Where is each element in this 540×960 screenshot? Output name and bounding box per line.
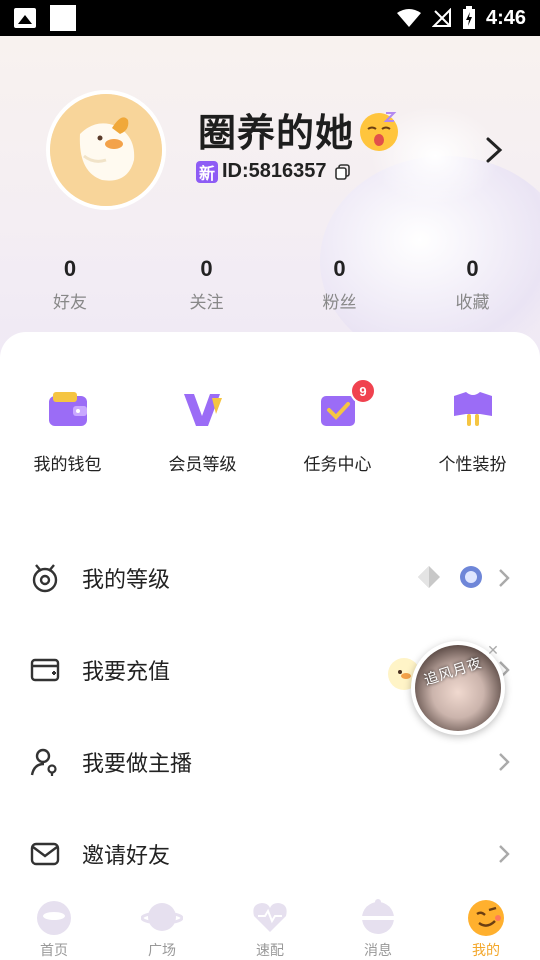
main-card: 我的钱包 会员等级 9 任务中心 个性装扮 我的等级 我要充值 我要做主播 邀请…	[0, 332, 540, 892]
quick-vip[interactable]: 会员等级	[135, 386, 270, 475]
level-badges	[416, 564, 484, 590]
message-bell-icon	[362, 899, 394, 934]
mine-emoji-icon	[468, 900, 504, 936]
heart-pulse-icon	[253, 903, 287, 932]
quick-label: 我的钱包	[33, 455, 102, 475]
close-icon[interactable]: ✕	[486, 644, 500, 658]
quick-actions: 我的钱包 会员等级 9 任务中心 个性装扮	[0, 378, 540, 475]
quick-label: 个性装扮	[438, 455, 507, 475]
vip-icon	[183, 394, 222, 426]
menu-label: 我的等级	[82, 568, 171, 593]
wealth-level-icon	[460, 566, 482, 588]
quick-task[interactable]: 9 任务中心	[270, 378, 405, 475]
profile-stats: 0 好友 0 关注 0 粉丝 0 收藏	[0, 256, 540, 313]
wallet-icon	[48, 392, 87, 426]
menu-invite-friends[interactable]: 邀请好友	[0, 808, 540, 900]
nav-label: 消息	[364, 943, 392, 959]
sleepy-emoji-icon	[360, 111, 399, 151]
menu-label: 我要做主播	[82, 752, 193, 777]
nav-match[interactable]: 速配	[216, 890, 324, 960]
mail-icon	[30, 842, 60, 866]
chevron-right-icon	[499, 845, 510, 863]
medal-icon	[32, 564, 58, 593]
recharge-icon	[30, 658, 60, 682]
home-planet-icon	[37, 901, 71, 935]
stat-label: 好友	[53, 293, 87, 313]
stat-label: 粉丝	[322, 293, 357, 313]
nav-label: 首页	[40, 943, 68, 959]
nav-mine[interactable]: 我的	[432, 890, 540, 960]
menu-my-level[interactable]: 我的等级	[0, 532, 540, 624]
live-video-overlay-text: 追风月夜	[422, 655, 485, 689]
stat-value: 0	[466, 256, 479, 281]
stat-value: 0	[333, 256, 346, 281]
stat-friends[interactable]: 0 好友	[0, 256, 140, 313]
nav-label: 广场	[148, 943, 176, 959]
quick-label: 会员等级	[168, 455, 237, 475]
duck-avatar-icon	[50, 94, 162, 206]
status-bar: 4:46	[0, 0, 540, 36]
nav-label: 我的	[472, 943, 500, 959]
avatar[interactable]	[46, 90, 166, 210]
nav-label: 速配	[256, 943, 284, 959]
signal-muted-icon	[431, 8, 451, 27]
nickname: 圈养的她	[198, 102, 402, 157]
clock: 4:46	[485, 6, 526, 29]
plaza-planet-icon	[141, 903, 183, 931]
nav-messages[interactable]: 消息	[324, 890, 432, 960]
diamond-level-icon	[418, 566, 440, 588]
task-count-badge: 9	[350, 378, 376, 404]
stat-label: 收藏	[455, 293, 490, 313]
menu-label: 我要充值	[82, 660, 171, 685]
menu-label: 邀请好友	[82, 844, 171, 869]
quick-dress-up[interactable]: 个性装扮	[405, 386, 540, 475]
dress-up-icon	[453, 392, 492, 426]
streamer-icon	[30, 748, 57, 776]
user-id-row: 新 ID:5816357	[196, 160, 351, 183]
chevron-right-icon	[499, 569, 510, 587]
battery-charging-icon	[462, 6, 475, 29]
profile-header[interactable]: 圈养的她 新 ID:5816357 0 好友 0 关注 0 粉丝 0 收藏	[0, 36, 540, 366]
nav-plaza[interactable]: 广场	[108, 890, 216, 960]
image-notification-icon	[14, 8, 36, 28]
nickname-text: 圈养的她	[198, 111, 355, 155]
new-user-badge: 新	[196, 160, 218, 183]
chevron-right-icon	[499, 753, 510, 771]
chevron-right-icon[interactable]	[482, 136, 506, 164]
notification-square-icon	[50, 5, 76, 31]
stat-favorites[interactable]: 0 收藏	[406, 256, 539, 313]
user-id: ID:5816357	[222, 160, 327, 182]
quick-wallet[interactable]: 我的钱包	[0, 386, 135, 475]
copy-icon[interactable]	[334, 163, 351, 180]
stat-following[interactable]: 0 关注	[140, 256, 273, 313]
nav-home[interactable]: 首页	[0, 890, 108, 960]
stat-label: 关注	[189, 293, 224, 313]
bottom-nav: 首页 广场 速配 消息 我的	[0, 890, 540, 960]
stat-fans[interactable]: 0 粉丝	[273, 256, 406, 313]
stat-value: 0	[63, 256, 77, 281]
stat-value: 0	[200, 256, 213, 281]
wifi-icon	[396, 9, 421, 27]
quick-label: 任务中心	[303, 455, 372, 475]
